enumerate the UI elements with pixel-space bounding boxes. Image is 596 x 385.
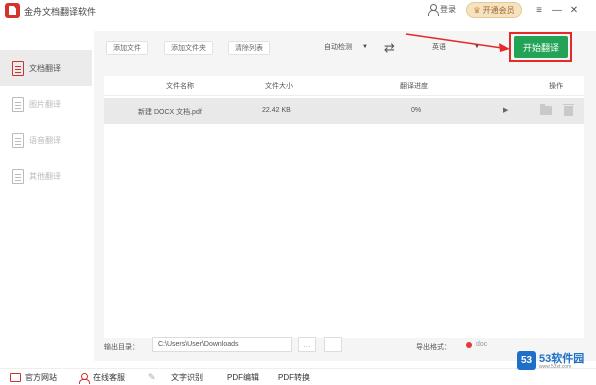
output-directory-field[interactable]: C:\Users\User\Downloads <box>152 337 292 352</box>
pdf-edit-link[interactable]: PDF编辑 <box>227 372 259 383</box>
other-icon <box>12 168 24 184</box>
bottom-bar: 官方网站 在线客服 ✎ 文字识别 PDF编辑 PDF转换 <box>0 368 596 385</box>
sidebar-item-image-translate[interactable]: 图片翻译 <box>0 86 92 122</box>
main-panel: 添加文件 添加文件夹 清除列表 自动检测 ▼ ⇄ 英语 ▼ 开始翻译 文件名称 … <box>94 31 596 361</box>
pen-icon: ✎ <box>148 372 156 382</box>
sidebar-item-label: 文档翻译 <box>29 63 61 73</box>
target-language-select[interactable]: 英语 ▼ <box>432 42 480 52</box>
bottom-item-label: 官方网站 <box>25 373 57 382</box>
folder-icon[interactable] <box>540 104 552 115</box>
table-row[interactable]: 新建 DOCX 文档.pdf 22.42 KB 0% ▶ <box>104 98 584 124</box>
vip-button[interactable]: ♛ 开通会员 <box>466 2 522 18</box>
export-format-label: 导出格式： <box>416 344 451 351</box>
menu-icon[interactable]: ≡ <box>531 2 547 18</box>
source-language-value: 自动检测 <box>324 44 352 51</box>
pdf-convert-link[interactable]: PDF转换 <box>278 372 310 383</box>
table-header: 文件名称 文件大小 翻译进度 操作 <box>104 76 584 96</box>
column-header-actions: 操作 <box>549 83 563 90</box>
file-name: 新建 DOCX 文档.pdf <box>138 109 202 116</box>
add-file-button[interactable]: 添加文件 <box>106 41 148 55</box>
close-icon[interactable]: ✕ <box>566 2 582 18</box>
login-button[interactable]: 登录 <box>428 4 456 16</box>
output-directory-label: 输出目录： <box>104 344 139 351</box>
official-website-link[interactable]: 官方网站 <box>10 372 57 383</box>
vip-label: 开通会员 <box>482 5 515 15</box>
online-support-link[interactable]: 在线客服 <box>79 372 125 384</box>
browse-folder-button[interactable]: … <box>298 337 316 352</box>
image-icon <box>12 96 24 112</box>
play-icon[interactable]: ▶ <box>503 106 508 114</box>
voice-icon <box>12 132 24 148</box>
open-folder-button[interactable] <box>324 337 342 352</box>
bottom-item-label: PDF转换 <box>278 373 310 382</box>
crown-icon: ♛ <box>473 5 481 15</box>
sidebar-item-voice-translate[interactable]: 语音翻译 <box>0 122 92 158</box>
text-recognition-link[interactable]: ✎ 文字识别 <box>148 372 203 383</box>
chevron-down-icon: ▼ <box>474 44 480 50</box>
monitor-icon <box>10 373 21 382</box>
trash-icon[interactable] <box>563 104 574 116</box>
person-icon <box>79 372 90 384</box>
app-logo-icon <box>5 3 20 18</box>
chevron-down-icon: ▼ <box>362 44 368 50</box>
sidebar-item-document-translate[interactable]: 文档翻译 <box>0 50 92 86</box>
column-header-size: 文件大小 <box>265 83 293 90</box>
watermark-url: www.53xt.com <box>539 364 572 370</box>
file-size: 22.42 KB <box>262 107 291 114</box>
target-language-value: 英语 <box>432 44 446 51</box>
source-language-select[interactable]: 自动检测 ▼ <box>324 42 368 52</box>
swap-languages-icon[interactable]: ⇄ <box>384 40 395 56</box>
clear-list-button[interactable]: 清除列表 <box>228 41 270 55</box>
app-window: 金舟文档翻译软件 登录 ♛ 开通会员 ≡ — ✕ 文档翻译 图片翻译 语音翻译 … <box>0 0 596 385</box>
user-icon <box>428 4 439 16</box>
bottom-item-label: PDF编辑 <box>227 373 259 382</box>
login-label: 登录 <box>440 5 456 14</box>
column-header-progress: 翻译进度 <box>400 83 428 90</box>
file-progress: 0% <box>411 107 422 114</box>
start-translate-button[interactable]: 开始翻译 <box>514 36 568 58</box>
column-header-name: 文件名称 <box>166 83 194 90</box>
bottom-item-label: 在线客服 <box>93 373 125 382</box>
sidebar-item-label: 语音翻译 <box>29 135 61 145</box>
add-folder-button[interactable]: 添加文件夹 <box>164 41 213 55</box>
minimize-icon[interactable]: — <box>549 2 565 18</box>
file-table: 文件名称 文件大小 翻译进度 操作 新建 DOCX 文档.pdf 22.42 K… <box>104 76 584 338</box>
format-radio[interactable] <box>466 342 472 348</box>
document-icon <box>12 60 24 76</box>
format-value: doc <box>476 341 488 348</box>
sidebar-item-other-translate[interactable]: 其他翻译 <box>0 158 92 194</box>
watermark-logo: 53 53软件园 www.53xt.com <box>517 349 591 377</box>
sidebar-item-label: 其他翻译 <box>29 171 61 181</box>
app-title: 金舟文档翻译软件 <box>24 7 97 17</box>
sidebar: 文档翻译 图片翻译 语音翻译 其他翻译 <box>0 44 92 344</box>
title-bar: 金舟文档翻译软件 登录 ♛ 开通会员 ≡ — ✕ <box>0 0 596 22</box>
sidebar-item-label: 图片翻译 <box>29 99 61 109</box>
bottom-item-label: 文字识别 <box>171 373 203 382</box>
watermark-badge: 53 <box>517 351 536 370</box>
